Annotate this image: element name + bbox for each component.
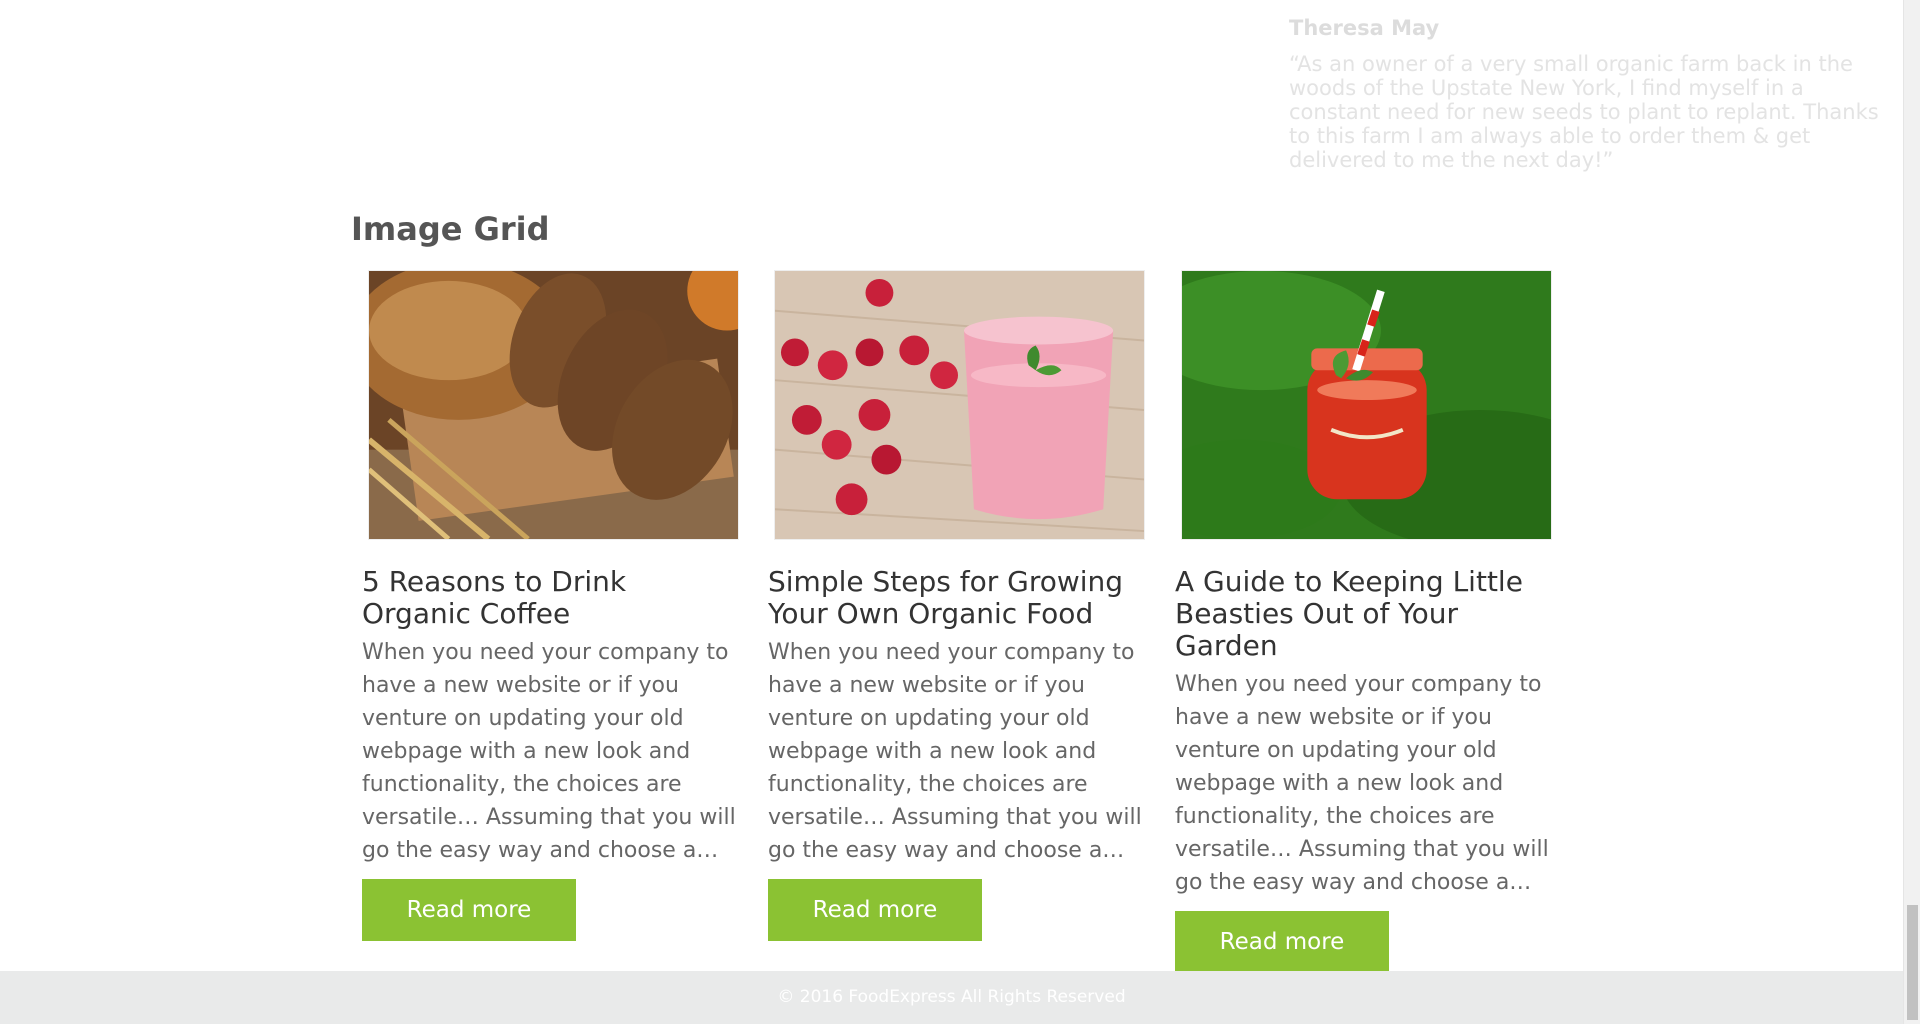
bread-loaves-image[interactable]: [368, 270, 739, 540]
card-title[interactable]: Simple Steps for Growing Your Own Organi…: [768, 566, 1148, 630]
card-excerpt: When you need your company to have a new…: [362, 640, 736, 863]
footer-copyright: © 2016 FoodExpress All Rights Reserved: [777, 987, 1126, 1007]
read-more-button[interactable]: Read more: [768, 879, 982, 941]
footer: © 2016 FoodExpress All Rights Reserved: [0, 971, 1903, 1024]
testimonial-author: Theresa May: [1289, 16, 1440, 40]
card-title[interactable]: A Guide to Keeping Little Beasties Out o…: [1175, 566, 1555, 662]
card-excerpt: When you need your company to have a new…: [768, 640, 1142, 863]
grid-card: Simple Steps for Growing Your Own Organi…: [768, 270, 1148, 941]
raspberry-smoothie-image[interactable]: [774, 270, 1145, 540]
read-more-button[interactable]: Read more: [362, 879, 576, 941]
testimonial-quote: “As an owner of a very small organic far…: [1289, 52, 1879, 172]
page: Theresa May “As an owner of a very small…: [0, 0, 1920, 1024]
grid-card: A Guide to Keeping Little Beasties Out o…: [1175, 270, 1555, 973]
read-more-button[interactable]: Read more: [1175, 911, 1389, 973]
card-title[interactable]: 5 Reasons to Drink Organic Coffee: [362, 566, 742, 630]
vertical-scrollbar[interactable]: [1903, 0, 1920, 1024]
section-title: Image Grid: [351, 210, 550, 248]
card-excerpt: When you need your company to have a new…: [1175, 672, 1549, 895]
testimonial: Theresa May “As an owner of a very small…: [1289, 16, 1889, 172]
scrollbar-thumb[interactable]: [1907, 905, 1918, 1020]
red-juice-jar-image[interactable]: [1181, 270, 1552, 540]
grid-card: 5 Reasons to Drink Organic Coffee When y…: [362, 270, 742, 941]
